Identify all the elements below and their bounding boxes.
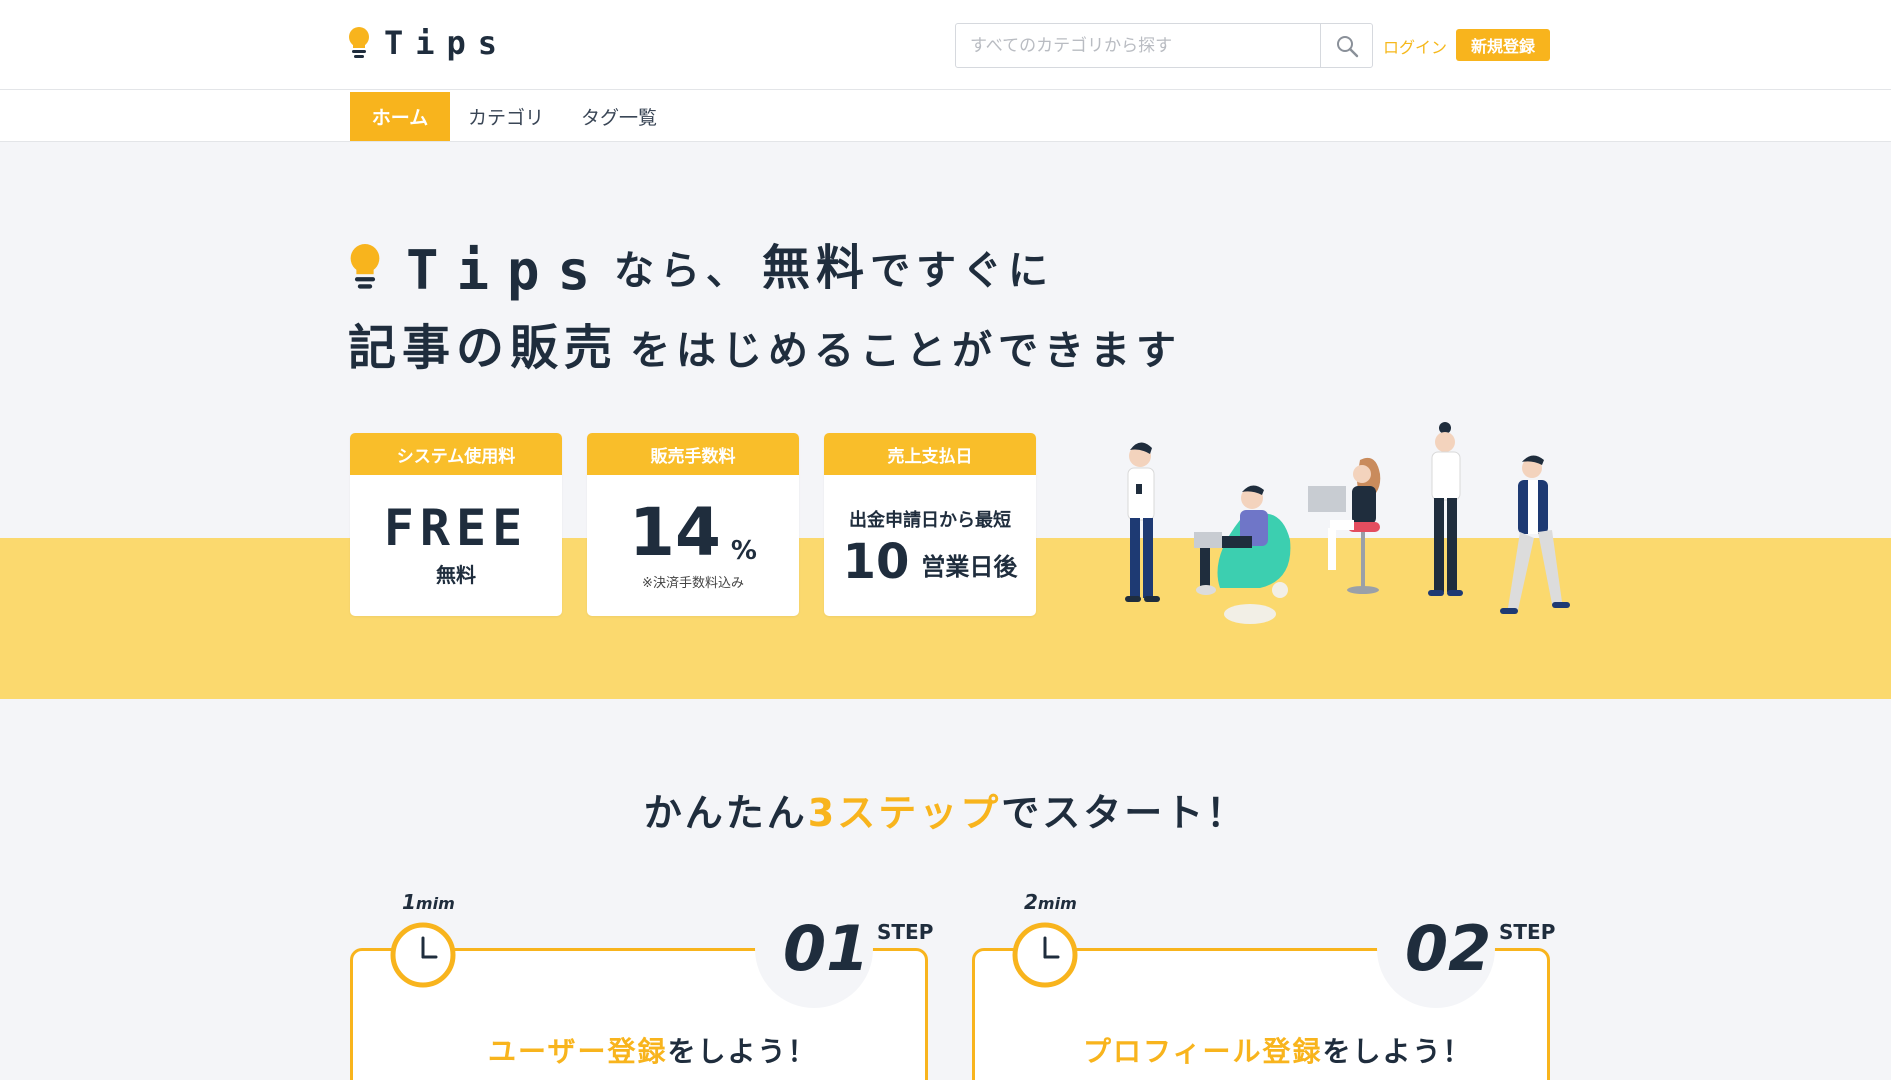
clock-icon — [1012, 922, 1078, 988]
hero-text: をはじめることができます — [630, 328, 1183, 374]
search-input[interactable] — [956, 24, 1320, 67]
feature-card-heading: 販売手数料 — [587, 433, 799, 475]
step-minutes: 2mim — [1024, 890, 1077, 914]
logo-text: Tips — [384, 24, 510, 62]
hero-text: ですぐに — [870, 248, 1055, 294]
signup-button[interactable]: 新規登録 — [1456, 29, 1550, 61]
clock-icon — [390, 922, 456, 988]
steps-title-part: でスタート！ — [1001, 791, 1248, 835]
step-number: 01 — [783, 912, 870, 985]
feature-card-heading: 売上支払日 — [824, 433, 1036, 475]
search-bar — [955, 23, 1373, 68]
logo[interactable]: Tips — [348, 24, 509, 62]
step-heading-accent: ユーザー登録 — [488, 1035, 668, 1068]
feature-card-sales-fee: 販売手数料 14 % ※決済手数料込み — [587, 433, 799, 616]
feature-card-sub: 無料 — [436, 563, 476, 587]
step-heading: プロフィール登録をしよう！ — [1083, 1030, 1472, 1070]
person-sitting-laptop — [1194, 485, 1291, 595]
feature-card-value: 14 — [629, 494, 721, 571]
step-heading-accent: プロフィール登録 — [1083, 1035, 1323, 1068]
step-minutes-unit: mim — [415, 894, 455, 913]
lightbulb-icon — [349, 27, 369, 58]
person-standing-tall — [1428, 422, 1463, 596]
login-link[interactable]: ログイン — [1383, 34, 1447, 58]
search-button[interactable] — [1320, 24, 1372, 67]
step-label: STEP — [877, 920, 934, 944]
feature-card-unit: 営業日後 — [921, 552, 1018, 581]
steps-title-part: かんたん — [643, 791, 808, 835]
step-number: 02 — [1405, 912, 1492, 985]
steps-title: かんたん3ステップでスタート！ — [0, 782, 1891, 837]
hero-text-emphasis: 無料 — [762, 240, 871, 296]
main-nav: ホーム カテゴリ タグ一覧 — [0, 90, 1891, 142]
feature-card-value: FREE — [383, 499, 529, 557]
person-standing-phone — [1125, 442, 1160, 602]
step-heading: ユーザー登録をしよう！ — [488, 1030, 817, 1070]
feature-card-line: 出金申請日から最短 — [849, 509, 1011, 531]
site-header: Tips ログイン 新規登録 — [0, 0, 1891, 90]
step-label: STEP — [1499, 920, 1556, 944]
step-minutes-value: 1 — [402, 890, 416, 914]
feature-card-heading: システム使用料 — [350, 433, 562, 475]
step-minutes-unit: mim — [1037, 894, 1077, 913]
nav-item-category[interactable]: カテゴリ — [460, 92, 552, 141]
hero-text: なら、 — [614, 248, 753, 294]
nav-item-tags[interactable]: タグ一覧 — [568, 92, 670, 141]
hero-title: Tips なら、 無料 ですぐに 記事の販売 をはじめることができます — [348, 232, 1182, 382]
feature-card-payout-day: 売上支払日 出金申請日から最短 10 営業日後 — [824, 433, 1036, 616]
hero-brand: Tips — [406, 239, 609, 302]
steps-title-accent: 3ステップ — [807, 791, 1002, 835]
people-illustration — [1125, 422, 1570, 624]
feature-card-note: ※決済手数料込み — [642, 576, 744, 591]
hero-text-emphasis: 記事の販売 — [348, 320, 619, 376]
person-sitting-stool — [1308, 457, 1381, 594]
nav-item-home[interactable]: ホーム — [350, 92, 450, 141]
feature-card-unit: % — [730, 536, 757, 566]
feature-card-value: 10 — [842, 533, 910, 590]
step-minutes-value: 2 — [1024, 890, 1038, 914]
dog — [1224, 582, 1288, 624]
step-minutes: 1mim — [402, 890, 455, 914]
search-icon — [1336, 35, 1358, 57]
step-heading-rest: をしよう！ — [1322, 1035, 1473, 1068]
step-heading-rest: をしよう！ — [667, 1035, 818, 1068]
lightbulb-icon — [350, 244, 380, 289]
person-walking — [1500, 455, 1570, 614]
feature-card-system-fee: システム使用料 FREE 無料 — [350, 433, 562, 616]
